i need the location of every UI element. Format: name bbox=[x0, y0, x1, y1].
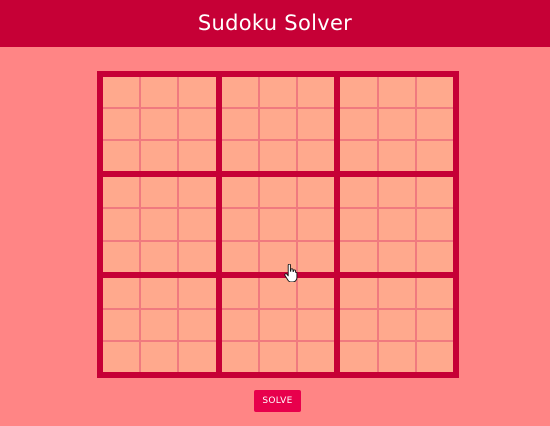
sudoku-cell[interactable] bbox=[179, 277, 216, 308]
sudoku-cell[interactable] bbox=[179, 341, 216, 372]
sudoku-cell[interactable] bbox=[340, 309, 377, 340]
sudoku-cell[interactable] bbox=[340, 341, 377, 372]
sudoku-box bbox=[340, 277, 453, 372]
sudoku-cell[interactable] bbox=[259, 309, 297, 340]
sudoku-cell[interactable] bbox=[141, 341, 178, 372]
sudoku-cell[interactable] bbox=[221, 177, 258, 208]
sudoku-cell[interactable] bbox=[416, 141, 453, 172]
sudoku-cell[interactable] bbox=[378, 309, 415, 340]
sudoku-cell[interactable] bbox=[103, 309, 140, 340]
sudoku-cell[interactable] bbox=[141, 77, 178, 108]
sudoku-cell[interactable] bbox=[103, 77, 140, 108]
sudoku-cell[interactable] bbox=[416, 209, 453, 240]
sudoku-cell[interactable] bbox=[340, 209, 377, 240]
sudoku-cell[interactable] bbox=[103, 341, 140, 372]
sudoku-cell[interactable] bbox=[103, 277, 140, 308]
sudoku-cell[interactable] bbox=[378, 109, 415, 140]
sudoku-cell[interactable] bbox=[298, 141, 335, 172]
sudoku-cell[interactable] bbox=[259, 241, 297, 272]
sudoku-box bbox=[340, 177, 453, 272]
sudoku-cell[interactable] bbox=[298, 177, 335, 208]
sudoku-cell[interactable] bbox=[221, 209, 258, 240]
sudoku-cell[interactable] bbox=[416, 309, 453, 340]
sudoku-cell[interactable] bbox=[221, 241, 258, 272]
sudoku-box bbox=[221, 177, 335, 272]
app-header: Sudoku Solver bbox=[0, 0, 550, 47]
sudoku-cell[interactable] bbox=[378, 277, 415, 308]
sudoku-cell[interactable] bbox=[378, 341, 415, 372]
sudoku-box bbox=[103, 77, 216, 172]
sudoku-cell[interactable] bbox=[416, 77, 453, 108]
sudoku-cell[interactable] bbox=[298, 341, 335, 372]
sudoku-cell[interactable] bbox=[298, 309, 335, 340]
sudoku-cell[interactable] bbox=[141, 177, 178, 208]
sudoku-cell[interactable] bbox=[221, 141, 258, 172]
sudoku-cell[interactable] bbox=[179, 177, 216, 208]
sudoku-cell[interactable] bbox=[179, 141, 216, 172]
sudoku-cell[interactable] bbox=[340, 277, 377, 308]
sudoku-board bbox=[97, 71, 459, 378]
sudoku-box bbox=[103, 177, 216, 272]
sudoku-cell[interactable] bbox=[259, 177, 297, 208]
sudoku-cell[interactable] bbox=[141, 141, 178, 172]
sudoku-box bbox=[221, 77, 335, 172]
sudoku-cell[interactable] bbox=[259, 77, 297, 108]
sudoku-cell[interactable] bbox=[378, 141, 415, 172]
sudoku-cell[interactable] bbox=[103, 141, 140, 172]
sudoku-cell[interactable] bbox=[259, 277, 297, 308]
sudoku-cell[interactable] bbox=[378, 209, 415, 240]
sudoku-cell[interactable] bbox=[340, 241, 377, 272]
sudoku-cell[interactable] bbox=[221, 341, 258, 372]
sudoku-cell[interactable] bbox=[378, 77, 415, 108]
sudoku-cell[interactable] bbox=[259, 209, 297, 240]
sudoku-cell[interactable] bbox=[416, 341, 453, 372]
sudoku-cell[interactable] bbox=[259, 141, 297, 172]
sudoku-cell[interactable] bbox=[416, 277, 453, 308]
sudoku-box bbox=[221, 277, 335, 372]
sudoku-cell[interactable] bbox=[103, 177, 140, 208]
sudoku-cell[interactable] bbox=[378, 177, 415, 208]
sudoku-box bbox=[103, 277, 216, 372]
sudoku-cell[interactable] bbox=[141, 209, 178, 240]
sudoku-box bbox=[340, 77, 453, 172]
sudoku-cell[interactable] bbox=[179, 209, 216, 240]
sudoku-cell[interactable] bbox=[340, 177, 377, 208]
sudoku-cell[interactable] bbox=[298, 77, 335, 108]
sudoku-cell[interactable] bbox=[378, 241, 415, 272]
sudoku-cell[interactable] bbox=[179, 309, 216, 340]
sudoku-cell[interactable] bbox=[179, 241, 216, 272]
sudoku-cell[interactable] bbox=[103, 209, 140, 240]
sudoku-cell[interactable] bbox=[103, 109, 140, 140]
sudoku-cell[interactable] bbox=[416, 109, 453, 140]
sudoku-cell[interactable] bbox=[416, 177, 453, 208]
sudoku-cell[interactable] bbox=[179, 77, 216, 108]
sudoku-cell[interactable] bbox=[221, 77, 258, 108]
sudoku-cell[interactable] bbox=[340, 141, 377, 172]
sudoku-cell[interactable] bbox=[179, 109, 216, 140]
sudoku-cell[interactable] bbox=[221, 109, 258, 140]
sudoku-cell[interactable] bbox=[259, 109, 297, 140]
sudoku-cell[interactable] bbox=[141, 277, 178, 308]
sudoku-cell[interactable] bbox=[141, 109, 178, 140]
sudoku-cell[interactable] bbox=[416, 241, 453, 272]
sudoku-cell[interactable] bbox=[298, 109, 335, 140]
sudoku-cell[interactable] bbox=[340, 109, 377, 140]
solve-button[interactable]: SOLVE bbox=[254, 390, 301, 412]
sudoku-cell[interactable] bbox=[259, 341, 297, 372]
page-title: Sudoku Solver bbox=[197, 10, 353, 35]
sudoku-cell[interactable] bbox=[298, 241, 335, 272]
sudoku-cell[interactable] bbox=[340, 77, 377, 108]
sudoku-cell[interactable] bbox=[221, 277, 258, 308]
sudoku-cell[interactable] bbox=[141, 241, 178, 272]
sudoku-cell[interactable] bbox=[298, 277, 335, 308]
sudoku-cell[interactable] bbox=[298, 209, 335, 240]
sudoku-cell[interactable] bbox=[141, 309, 178, 340]
sudoku-cell[interactable] bbox=[221, 309, 258, 340]
sudoku-cell[interactable] bbox=[103, 241, 140, 272]
